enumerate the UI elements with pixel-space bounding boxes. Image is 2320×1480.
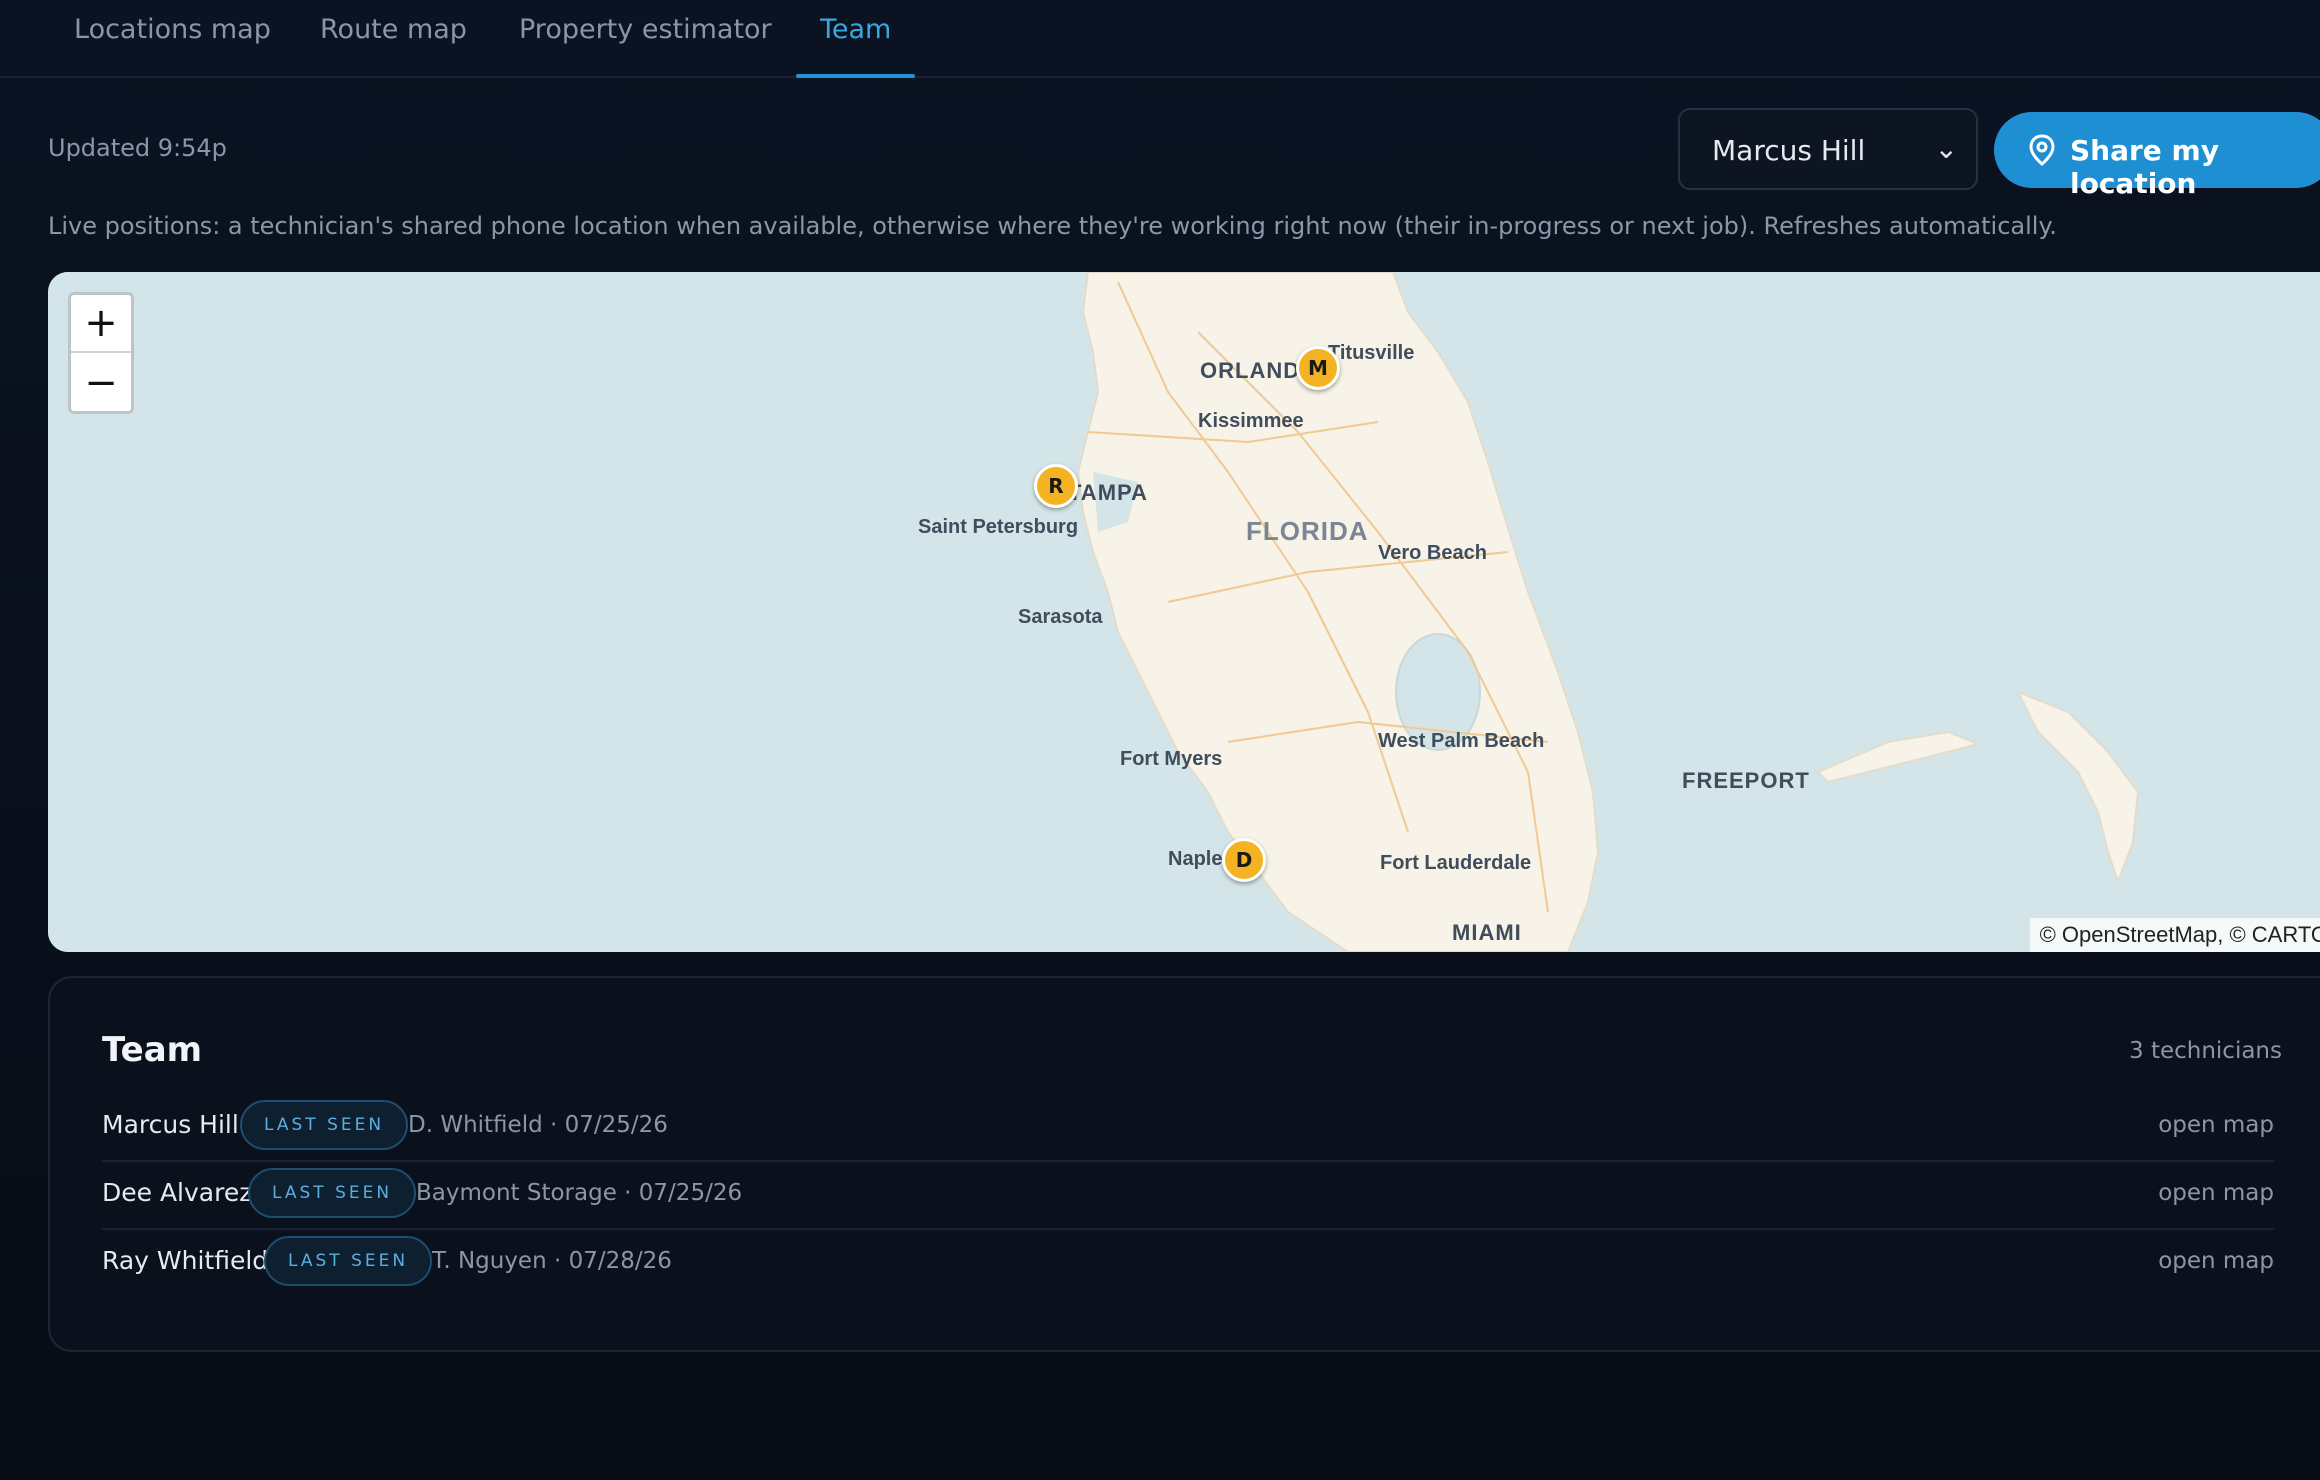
technician-marker-marcus[interactable]: M (1296, 346, 1340, 390)
description-text: Live positions: a technician's shared ph… (48, 212, 2057, 240)
status-badge: LAST SEEN (248, 1168, 417, 1218)
technician-location-detail: D. Whitfield · 07/25/26 (408, 1112, 668, 1138)
map-label-west-palm-beach: West Palm Beach (1378, 730, 1545, 752)
status-badge: LAST SEEN (240, 1100, 409, 1150)
map-label-titusville: Titusville (1328, 342, 1415, 364)
map-label-fort-myers: Fort Myers (1120, 748, 1223, 770)
map-label-freeport: FREEPORT (1682, 768, 1810, 793)
map-label-fort-lauderdale: Fort Lauderdale (1380, 852, 1532, 874)
status-badge: LAST SEEN (264, 1236, 433, 1286)
zoom-in-button[interactable]: + (71, 295, 131, 353)
team-row: Marcus Hill LAST SEEN D. Whitfield · 07/… (102, 1094, 2274, 1162)
updated-timestamp: Updated 9:54p (48, 134, 227, 162)
technician-marker-ray[interactable]: R (1034, 464, 1078, 508)
team-map[interactable]: ORLANDO Titusville Kissimmee TAMPA Saint… (48, 272, 2320, 952)
team-title: Team (102, 1030, 203, 1070)
tab-route-map[interactable]: Route map (320, 14, 467, 76)
location-pin-icon (2028, 134, 2056, 173)
tab-locations-map[interactable]: Locations map (74, 14, 271, 76)
technician-location-detail: Baymont Storage · 07/25/26 (416, 1180, 743, 1206)
technician-select-value: Marcus Hill (1712, 134, 1866, 167)
tab-property-estimator[interactable]: Property estimator (519, 14, 772, 76)
technician-select[interactable]: Marcus Hill ⌄ (1678, 108, 1978, 190)
technician-marker-dee[interactable]: D (1222, 838, 1266, 882)
map-label-kissimmee: Kissimmee (1198, 410, 1304, 432)
technician-name: Ray Whitfield (102, 1246, 269, 1275)
map-label-vero-beach: Vero Beach (1378, 542, 1487, 564)
open-map-link[interactable]: open map (2158, 1248, 2274, 1274)
technician-location-detail: T. Nguyen · 07/28/26 (432, 1248, 672, 1274)
team-row: Dee Alvarez LAST SEEN Baymont Storage · … (102, 1162, 2274, 1230)
technician-name: Dee Alvarez (102, 1178, 253, 1207)
map-label-florida: FLORIDA (1246, 516, 1369, 546)
chevron-down-icon: ⌄ (1934, 132, 1958, 165)
tab-bar: Locations map Route map Property estimat… (0, 0, 2320, 78)
team-panel: Team 3 technicians Marcus Hill LAST SEEN… (48, 976, 2320, 1352)
map-label-saint-petersburg: Saint Petersburg (918, 516, 1079, 538)
map-label-tampa: TAMPA (1068, 480, 1148, 505)
zoom-out-button[interactable]: − (71, 355, 131, 413)
map-label-sarasota: Sarasota (1018, 606, 1103, 628)
share-location-label: Share my location (2070, 134, 2219, 200)
team-row: Ray Whitfield LAST SEEN T. Nguyen · 07/2… (102, 1230, 2274, 1298)
tab-team[interactable]: Team (795, 14, 916, 78)
map-attribution[interactable]: © OpenStreetMap, © CARTO (2029, 918, 2320, 952)
map-label-miami: MIAMI (1452, 920, 1522, 945)
technician-name: Marcus Hill (102, 1110, 239, 1139)
zoom-control: + − (68, 292, 134, 414)
open-map-link[interactable]: open map (2158, 1112, 2274, 1138)
technician-count: 3 technicians (2129, 1038, 2282, 1064)
share-location-button[interactable]: Share my location (1994, 112, 2320, 200)
open-map-link[interactable]: open map (2158, 1180, 2274, 1206)
